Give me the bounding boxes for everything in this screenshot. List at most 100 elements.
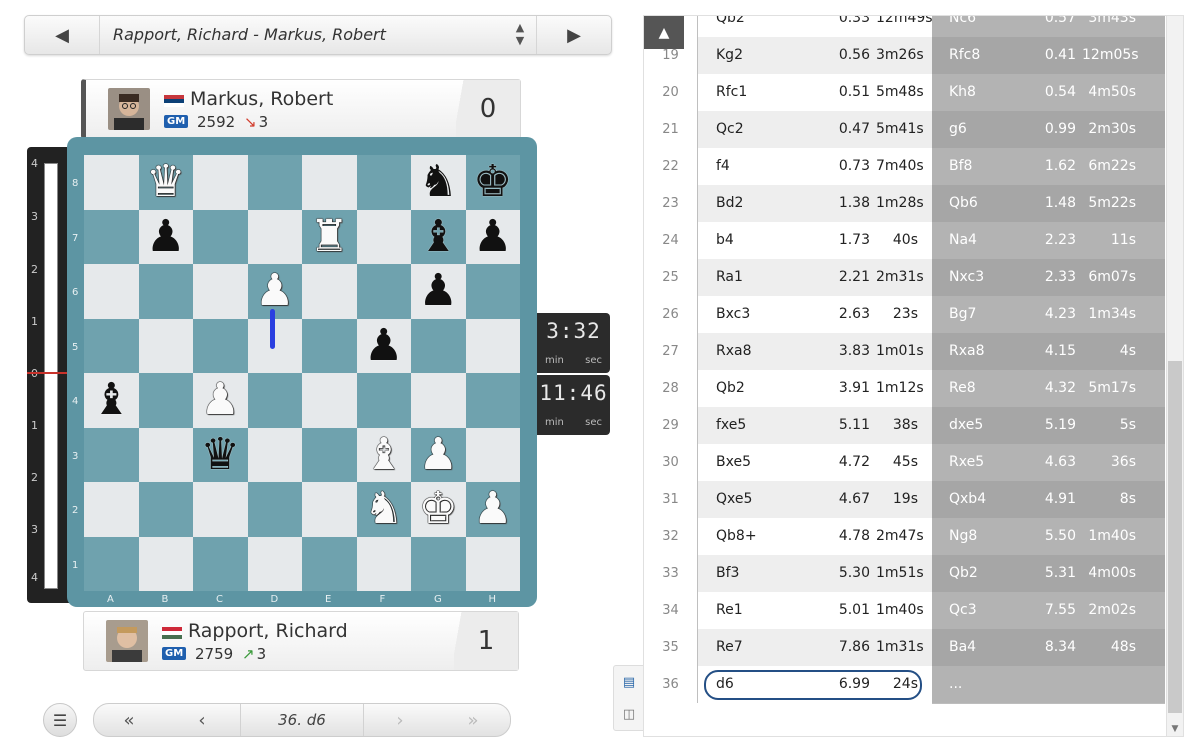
black-move-cell[interactable]: Ng8 5.50 1m40s bbox=[932, 518, 1165, 556]
black-move[interactable]: Qb6 bbox=[949, 195, 978, 211]
black-move[interactable]: Na4 bbox=[949, 232, 977, 248]
white-move[interactable]: Kg2 bbox=[716, 47, 743, 63]
square-c5[interactable] bbox=[193, 318, 248, 373]
black-move[interactable]: Qc3 bbox=[949, 602, 977, 618]
square-h1[interactable] bbox=[465, 536, 520, 591]
square-c4[interactable]: ♟ bbox=[193, 373, 248, 428]
black-move[interactable]: Nc6 bbox=[949, 16, 976, 26]
square-c7[interactable] bbox=[193, 209, 248, 264]
white-move[interactable]: Ra1 bbox=[716, 269, 743, 285]
black-move[interactable]: Ng8 bbox=[949, 528, 977, 544]
black-move-cell[interactable]: Qxb4 4.91 8s bbox=[932, 481, 1165, 519]
white-move-cell[interactable]: Bf3 5.30 1m51s bbox=[698, 555, 932, 593]
white-move-cell[interactable]: Kg2 0.56 3m26s bbox=[698, 37, 932, 75]
scrollbar[interactable]: ▼ bbox=[1166, 16, 1183, 736]
black-pawn-icon[interactable]: ♟ bbox=[473, 214, 512, 259]
square-f4[interactable] bbox=[356, 373, 411, 428]
scroll-down-icon[interactable]: ▼ bbox=[1167, 724, 1183, 734]
black-move[interactable]: g6 bbox=[949, 121, 967, 137]
black-move[interactable]: Kh8 bbox=[949, 84, 976, 100]
white-move-cell[interactable]: Bxe5 4.72 45s bbox=[698, 444, 932, 482]
square-a4[interactable]: ♝ bbox=[84, 373, 139, 428]
next-move-button[interactable]: › bbox=[364, 704, 436, 736]
black-king-icon[interactable]: ♚ bbox=[473, 160, 512, 204]
white-move-cell[interactable]: f4 0.73 7m40s bbox=[698, 148, 932, 186]
square-f7[interactable] bbox=[356, 209, 411, 264]
square-e8[interactable] bbox=[302, 155, 357, 210]
black-move[interactable]: ... bbox=[949, 676, 962, 692]
square-g2[interactable]: ♚ bbox=[411, 482, 466, 537]
game-selector[interactable]: ◀ Rapport, Richard - Markus, Robert ▲ ▼ ▶ bbox=[24, 15, 612, 55]
square-g3[interactable]: ♟ bbox=[411, 427, 466, 482]
scrollbar-thumb[interactable] bbox=[1168, 361, 1182, 713]
square-b5[interactable] bbox=[138, 318, 193, 373]
square-h3[interactable] bbox=[465, 427, 520, 482]
square-c3[interactable]: ♛ bbox=[193, 427, 248, 482]
black-move-cell[interactable]: Ba4 8.34 48s bbox=[932, 629, 1165, 667]
previous-game-button[interactable]: ◀ bbox=[25, 16, 100, 54]
square-c6[interactable] bbox=[193, 264, 248, 319]
square-e1[interactable] bbox=[302, 536, 357, 591]
square-b3[interactable] bbox=[138, 427, 193, 482]
square-g8[interactable]: ♞ bbox=[411, 155, 466, 210]
square-a2[interactable] bbox=[84, 482, 139, 537]
white-move[interactable]: Bd2 bbox=[716, 195, 743, 211]
chat-view-button[interactable]: ◫ bbox=[614, 698, 644, 730]
white-move-cell[interactable]: Bxc3 2.63 23s bbox=[698, 296, 932, 334]
black-move[interactable]: Rxa8 bbox=[949, 343, 985, 359]
black-move[interactable]: Rfc8 bbox=[949, 47, 980, 63]
square-h7[interactable]: ♟ bbox=[465, 209, 520, 264]
black-move-cell[interactable]: Bg7 4.23 1m34s bbox=[932, 296, 1165, 334]
square-b8[interactable]: ♛ bbox=[138, 155, 193, 210]
white-move-cell[interactable]: Bd2 1.38 1m28s bbox=[698, 185, 932, 223]
square-f8[interactable] bbox=[356, 155, 411, 210]
sort-arrows-icon[interactable]: ▲ ▼ bbox=[513, 21, 527, 47]
square-c8[interactable] bbox=[193, 155, 248, 210]
white-pawn-icon[interactable]: ♟ bbox=[255, 269, 294, 313]
square-f2[interactable]: ♞ bbox=[356, 482, 411, 537]
square-b2[interactable] bbox=[138, 482, 193, 537]
square-h6[interactable] bbox=[465, 264, 520, 319]
black-move-cell[interactable]: Nc6 0.57 3m43s bbox=[932, 16, 1165, 38]
square-f6[interactable] bbox=[356, 264, 411, 319]
black-pawn-icon[interactable]: ♟ bbox=[419, 269, 458, 313]
white-move-cell[interactable]: Qc2 0.47 5m41s bbox=[698, 111, 932, 149]
square-g4[interactable] bbox=[411, 373, 466, 428]
square-c2[interactable] bbox=[193, 482, 248, 537]
square-b1[interactable] bbox=[138, 536, 193, 591]
white-move[interactable]: Re7 bbox=[716, 639, 743, 655]
square-b6[interactable] bbox=[138, 264, 193, 319]
black-move-cell[interactable]: Nxc3 2.33 6m07s bbox=[932, 259, 1165, 297]
white-move-cell[interactable]: fxe5 5.11 38s bbox=[698, 407, 932, 445]
white-move[interactable]: fxe5 bbox=[716, 417, 746, 433]
square-b4[interactable] bbox=[138, 373, 193, 428]
square-g6[interactable]: ♟ bbox=[411, 264, 466, 319]
black-move[interactable]: Rxe5 bbox=[949, 454, 984, 470]
black-pawn-icon[interactable]: ♟ bbox=[364, 323, 403, 368]
black-move[interactable]: Qxb4 bbox=[949, 491, 986, 507]
square-e5[interactable] bbox=[302, 318, 357, 373]
white-move[interactable]: Qc2 bbox=[716, 121, 744, 137]
square-a5[interactable] bbox=[84, 318, 139, 373]
square-b7[interactable]: ♟ bbox=[138, 209, 193, 264]
black-pawn-icon[interactable]: ♟ bbox=[146, 214, 185, 259]
black-move[interactable]: Ba4 bbox=[949, 639, 976, 655]
square-a7[interactable] bbox=[84, 209, 139, 264]
square-a1[interactable] bbox=[84, 536, 139, 591]
menu-button[interactable]: ☰ bbox=[43, 703, 77, 737]
black-move-cell[interactable]: Kh8 0.54 4m50s bbox=[932, 74, 1165, 112]
white-rook-icon[interactable]: ♜ bbox=[310, 214, 349, 259]
black-move-cell[interactable]: Rxe5 4.63 36s bbox=[932, 444, 1165, 482]
previous-move-button[interactable]: ‹ bbox=[166, 704, 238, 736]
white-move[interactable]: Bxc3 bbox=[716, 306, 750, 322]
square-g1[interactable] bbox=[411, 536, 466, 591]
next-game-button[interactable]: ▶ bbox=[536, 16, 611, 54]
white-move-cell[interactable]: Qxe5 4.67 19s bbox=[698, 481, 932, 519]
square-a8[interactable] bbox=[84, 155, 139, 210]
square-f5[interactable]: ♟ bbox=[356, 318, 411, 373]
white-move-cell[interactable]: b4 1.73 40s bbox=[698, 222, 932, 260]
white-move[interactable]: Rfc1 bbox=[716, 84, 747, 100]
white-move[interactable]: f4 bbox=[716, 158, 730, 174]
square-d1[interactable] bbox=[247, 536, 302, 591]
square-d4[interactable] bbox=[247, 373, 302, 428]
